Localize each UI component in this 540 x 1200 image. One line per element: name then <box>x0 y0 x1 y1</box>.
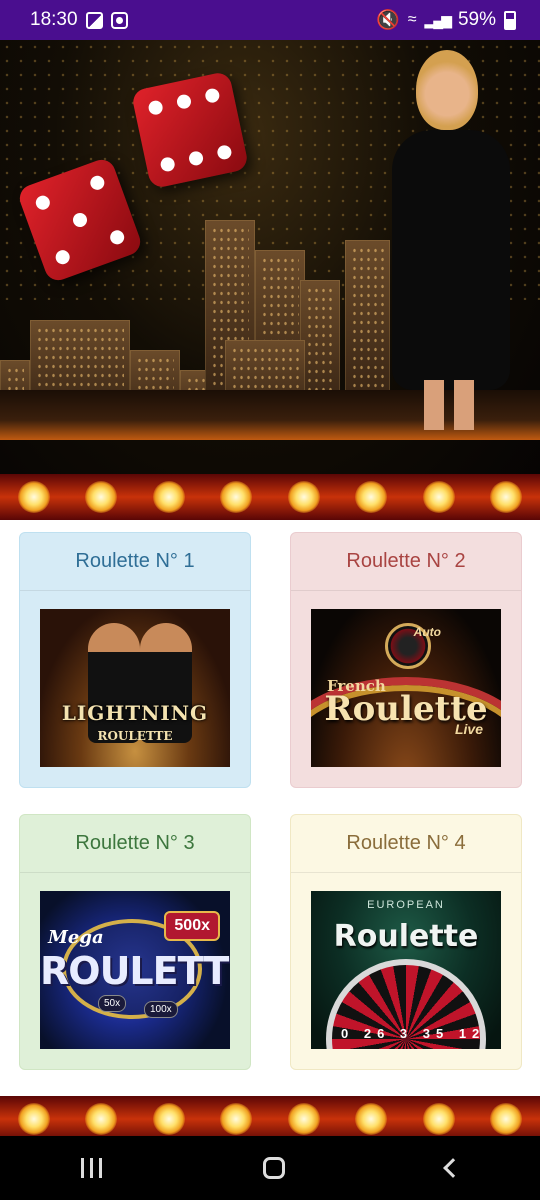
marquee-lights-top <box>0 474 540 520</box>
roulette-card-2[interactable]: Roulette N° 2 Auto French Roulette Live <box>290 532 522 788</box>
status-left: 18:30 <box>30 9 128 31</box>
roulette-card-4[interactable]: Roulette N° 4 EUROPEAN Roulette 0 26 3 3… <box>290 814 522 1070</box>
thumb-title: Roulette <box>333 919 479 954</box>
roulette-thumbnail[interactable]: EUROPEAN Roulette 0 26 3 35 12 <box>311 891 501 1049</box>
roulette-thumbnail[interactable]: Auto French Roulette Live <box>311 609 501 767</box>
thumb-line2: Live <box>454 721 483 737</box>
roulette-thumbnail[interactable]: LIGHTNING ROULETTE <box>40 609 230 767</box>
status-right: 🔇 ≈ ▂▄▆ 59% <box>376 8 516 32</box>
hero-banner <box>0 40 540 520</box>
card-title: Roulette N° 1 <box>20 533 250 591</box>
battery-icon <box>504 10 516 30</box>
thumb-line1: Mega <box>48 927 104 948</box>
signal-icon: ▂▄▆ <box>424 11 452 28</box>
recent-apps-icon[interactable] <box>80 1158 102 1178</box>
thumb-title: ROULETTE <box>40 949 230 993</box>
wheel-numbers: 0 26 3 35 12 <box>341 1026 486 1041</box>
image-icon <box>85 11 103 29</box>
roulette-card-3[interactable]: Roulette N° 3 500x Mega ROULETTE 50x 100… <box>19 814 251 1070</box>
thumb-top: Auto <box>413 625 441 639</box>
status-time: 18:30 <box>30 9 78 30</box>
wifi-icon: ≈ <box>407 11 417 28</box>
dice-icon <box>130 70 250 190</box>
thumb-title: LIGHTNING <box>61 701 209 725</box>
system-nav-bar <box>0 1136 540 1200</box>
back-icon[interactable] <box>442 1158 463 1178</box>
multiplier-chip: 100x <box>144 1001 178 1018</box>
roulette-card-1[interactable]: Roulette N° 1 LIGHTNING ROULETTE <box>19 532 251 788</box>
thumb-subtitle: ROULETTE <box>97 729 173 743</box>
card-title: Roulette N° 4 <box>291 815 521 873</box>
card-title: Roulette N° 2 <box>291 533 521 591</box>
roulette-grid: Roulette N° 1 LIGHTNING ROULETTE Roulett… <box>0 520 540 1096</box>
mute-icon: 🔇 <box>376 10 400 31</box>
multiplier-chip: 50x <box>98 995 127 1012</box>
battery-percent: 59% <box>457 9 496 30</box>
record-icon <box>110 11 128 29</box>
roulette-thumbnail[interactable]: 500x Mega ROULETTE 50x 100x <box>40 891 230 1049</box>
card-title: Roulette N° 3 <box>20 815 250 873</box>
hostess-figure <box>378 50 518 430</box>
status-bar: 18:30 🔇 ≈ ▂▄▆ 59% <box>0 0 540 40</box>
home-icon[interactable] <box>262 1157 285 1179</box>
thumb-line1: EUROPEAN <box>367 899 445 911</box>
